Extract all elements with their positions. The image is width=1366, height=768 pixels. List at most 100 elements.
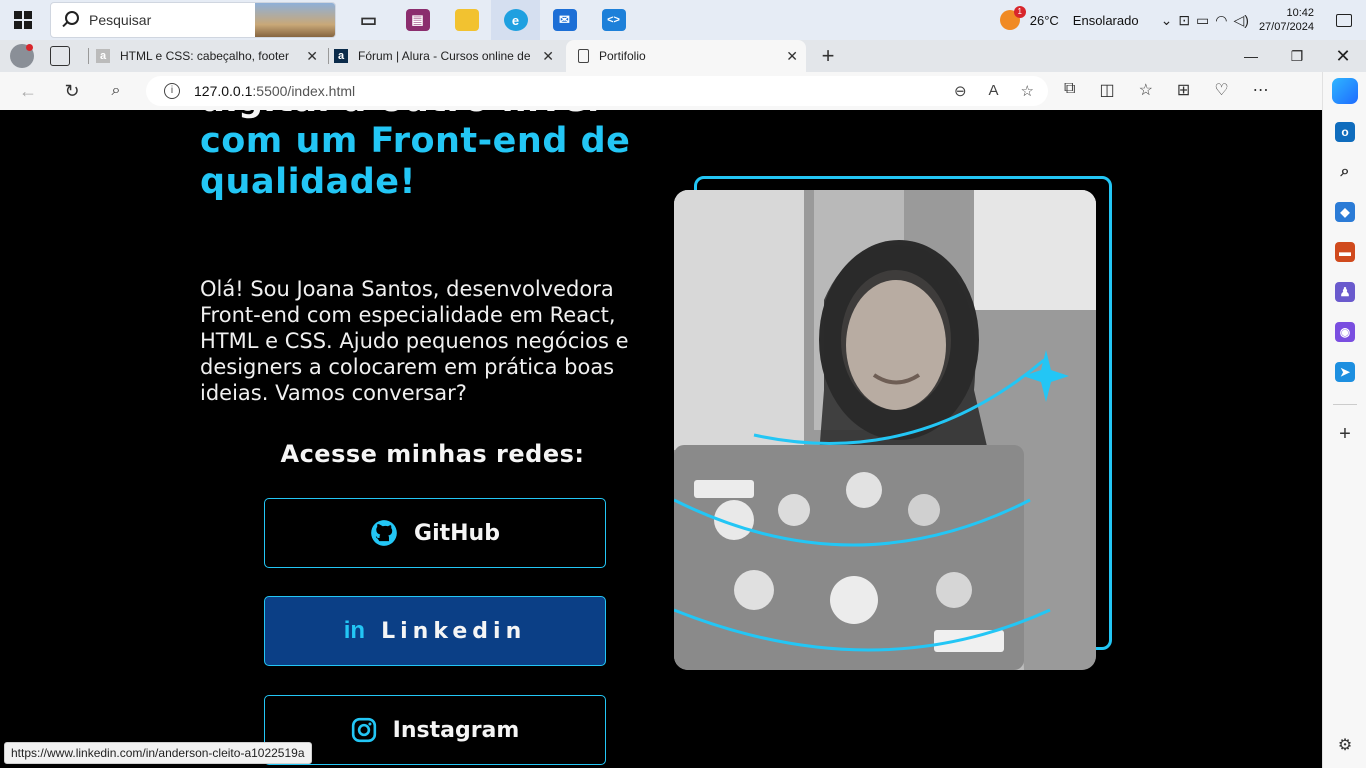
browser-tabstrip: a HTML e CSS: cabeçalho, footer e ✕ a Fó…	[0, 40, 1366, 72]
taskbar-file-explorer[interactable]	[442, 0, 491, 40]
shopping-icon[interactable]: ◆	[1335, 202, 1355, 222]
mail-icon: ✉	[552, 9, 577, 31]
info-icon[interactable]: i	[164, 83, 180, 99]
url-text[interactable]: 127.0.0.1:5500/index.html	[194, 83, 355, 99]
taskbar-edge[interactable]: e	[491, 0, 540, 40]
new-tab-button[interactable]: +	[816, 42, 840, 70]
hero-title-line1: digital a outro nível	[200, 110, 680, 121]
tools-icon[interactable]: ▬	[1335, 242, 1355, 262]
microsoft365-icon[interactable]: ◉	[1335, 322, 1355, 342]
status-bar-link: https://www.linkedin.com/in/anderson-cle…	[4, 742, 312, 764]
search-icon[interactable]: ⌕	[102, 78, 130, 104]
settings-icon[interactable]: ⚙	[1335, 736, 1355, 756]
taskbar-vscode[interactable]: <>	[589, 0, 638, 40]
refresh-button[interactable]: ↻	[58, 78, 86, 104]
tab-actions-icon[interactable]	[50, 46, 70, 66]
instagram-label: Instagram	[392, 717, 520, 743]
drop-icon[interactable]: ➤	[1335, 362, 1355, 382]
more-menu-icon[interactable]: ⋯	[1253, 80, 1269, 100]
collections-icon[interactable]: ⊞	[1177, 80, 1190, 100]
hero-title-line2: com um Front-end de	[200, 121, 631, 161]
system-tray: 1 26°C Ensolarado ⌄ ⊡ ▭ ◠ ◁) 10:42 27/07…	[999, 0, 1366, 40]
close-icon[interactable]: ✕	[306, 48, 318, 65]
instagram-button[interactable]: Instagram	[264, 695, 606, 765]
extensions-icon[interactable]: ⧉	[1064, 80, 1075, 100]
sidebar-separator	[1333, 404, 1357, 405]
edge-sidebar: o ⌕ ◆ ▬ ♟ ◉ ➤ + ⚙	[1322, 72, 1366, 768]
vscode-icon: <>	[601, 9, 626, 31]
clock[interactable]: 10:42 27/07/2024	[1259, 6, 1314, 34]
tab-portifolio[interactable]: Portifolio ✕	[566, 40, 806, 72]
alura-icon: a	[96, 49, 110, 63]
split-screen-icon[interactable]: ◫	[1099, 80, 1114, 100]
minimize-button[interactable]: —	[1228, 40, 1274, 72]
taskbar-task-view[interactable]: ▭	[344, 0, 393, 40]
taskbar-apps: ▭ ▤ e ✉ <>	[344, 0, 638, 40]
back-button[interactable]: ←	[14, 78, 42, 104]
linkedin-button[interactable]: in Linkedin	[264, 596, 606, 666]
taskbar-mail[interactable]: ✉	[540, 0, 589, 40]
weather-condition: Ensolarado	[1072, 12, 1139, 28]
tab-forum[interactable]: a Fórum | Alura - Cursos online de ✕	[334, 40, 562, 72]
address-bar: ← ↻ ⌕ i 127.0.0.1:5500/index.html ⊖ A ☆ …	[0, 72, 1366, 110]
profile-alert-dot	[26, 44, 33, 51]
search-highlight-image	[255, 3, 335, 37]
url-path: :5500/index.html	[252, 83, 356, 99]
tab-html-css[interactable]: a HTML e CSS: cabeçalho, footer e ✕	[96, 40, 326, 72]
meet-icon[interactable]: ⊡	[1178, 12, 1190, 29]
games-icon[interactable]: ♟	[1335, 282, 1355, 302]
alura-icon: a	[334, 49, 348, 63]
favorite-star-icon[interactable]: ☆	[1021, 82, 1034, 100]
add-icon[interactable]: +	[1335, 424, 1355, 444]
social-heading: Acesse minhas redes:	[280, 440, 585, 468]
file-explorer-icon	[454, 9, 479, 31]
github-icon	[370, 519, 398, 547]
close-icon[interactable]: ✕	[786, 48, 798, 65]
read-aloud-icon[interactable]: A	[989, 82, 999, 100]
taskbar-winrar[interactable]: ▤	[393, 0, 442, 40]
winrar-icon: ▤	[405, 9, 430, 31]
wifi-icon[interactable]: ◠	[1215, 12, 1227, 29]
zoom-icon[interactable]: ⊖	[954, 82, 967, 100]
page-icon	[578, 49, 589, 63]
notification-button[interactable]	[1330, 0, 1358, 40]
browser-essentials-icon[interactable]: ♡	[1214, 80, 1228, 100]
notification-icon	[1336, 13, 1352, 27]
outlook-icon[interactable]: o	[1335, 122, 1355, 142]
copilot-icon[interactable]	[1332, 78, 1358, 104]
task-view-icon: ▭	[359, 9, 377, 30]
tab-title: Portifolio	[599, 49, 646, 63]
clock-date: 27/07/2024	[1258, 21, 1314, 33]
battery-icon[interactable]: ▭	[1196, 12, 1209, 29]
taskbar-search-label: Pesquisar	[89, 12, 152, 28]
profile-photo-illustration	[674, 190, 1096, 670]
close-window-button[interactable]: ✕	[1320, 40, 1366, 72]
windows-icon	[14, 11, 32, 29]
volume-icon[interactable]: ◁)	[1234, 12, 1249, 29]
favorites-icon[interactable]: ☆	[1139, 80, 1153, 100]
search-icon[interactable]: ⌕	[1335, 162, 1355, 182]
url-actions: ⊖ A ☆	[954, 82, 1034, 100]
github-label: GitHub	[414, 520, 500, 546]
tab-title: Fórum | Alura - Cursos online de	[358, 49, 530, 63]
instagram-icon	[351, 717, 377, 743]
url-field[interactable]: i 127.0.0.1:5500/index.html ⊖ A ☆	[146, 76, 1048, 106]
hero-title: digital a outro nível com um Front-end d…	[200, 110, 680, 203]
weather-icon[interactable]: 1	[999, 6, 1026, 30]
hero-title-line3: qualidade!	[200, 162, 417, 202]
github-button[interactable]: GitHub	[264, 498, 606, 568]
edge-icon: e	[503, 9, 528, 31]
tab-separator	[88, 48, 89, 64]
maximize-button[interactable]: ❐	[1274, 40, 1320, 72]
close-icon[interactable]: ✕	[542, 48, 554, 65]
tab-title: HTML e CSS: cabeçalho, footer e	[120, 49, 292, 63]
intro-text: Olá! Sou Joana Santos, desenvolvedora Fr…	[200, 277, 629, 405]
profile-photo	[674, 190, 1096, 670]
tab-separator	[328, 48, 329, 64]
tray-icons[interactable]: ⌄ ⊡ ▭ ◠ ◁)	[1161, 12, 1249, 29]
taskbar-search[interactable]: Pesquisar	[50, 2, 336, 38]
start-button[interactable]	[0, 0, 46, 40]
chevron-up-icon[interactable]: ⌄	[1161, 12, 1173, 29]
browser-toolbar: ⧉ ◫ ☆ ⊞ ♡ ⋯	[1064, 80, 1269, 100]
linkedin-icon: in	[343, 617, 366, 644]
